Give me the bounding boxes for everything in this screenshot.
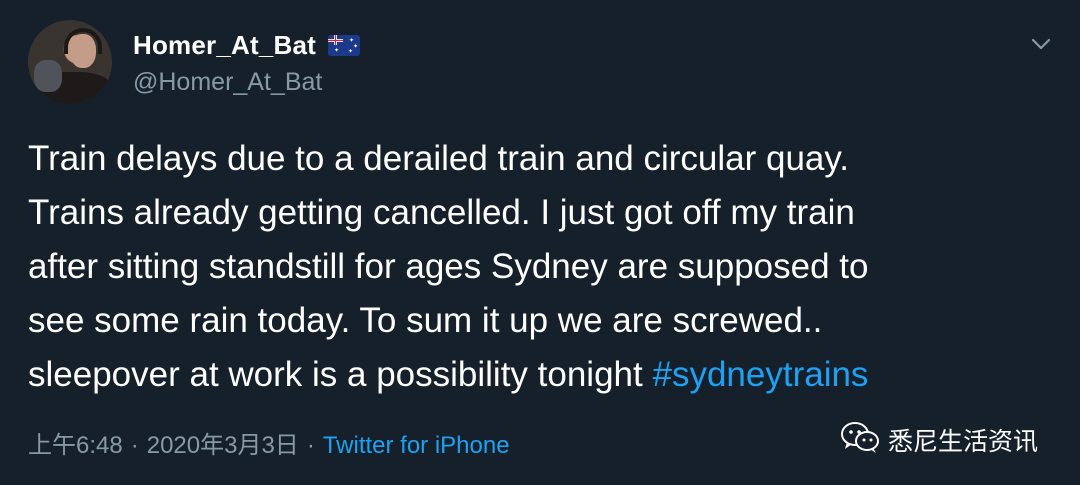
tweet-line: see some rain today. To sum it up we are… [28,301,823,340]
tweet-line: Trains already getting cancelled. I just… [28,193,855,232]
tweet-line: Train delays due to a derailed train and… [28,139,850,178]
tweet-text: Train delays due to a derailed train and… [28,132,1058,402]
tweet-line: sleepover at work is a possibility tonig… [28,348,1058,402]
wechat-icon [840,420,880,459]
tweet-time[interactable]: 上午6:48 [28,432,123,459]
tweet-meta: 上午6:48 · 2020年3月3日 · Twitter for iPhone [28,425,510,460]
avatar[interactable] [28,20,112,104]
hashtag-link[interactable]: #sydneytrains [652,355,868,394]
watermark-text: 悉尼生活资讯 [888,427,1039,456]
watermark: 悉尼生活资讯 [840,420,1038,459]
chevron-down-icon[interactable] [1030,36,1052,52]
australia-flag-icon: ✦ ✦ ✦ ✦ [328,35,360,56]
tweet-line-text: sleepover at work is a possibility tonig… [28,355,643,394]
user-handle[interactable]: @Homer_At_Bat [133,68,322,97]
tweet-date[interactable]: 2020年3月3日 [147,432,299,459]
meta-separator: · [306,432,315,459]
source-link[interactable]: Twitter for iPhone [323,432,510,459]
display-name[interactable]: Homer_At_Bat [133,30,316,61]
tweet-card: Homer_At_Bat ✦ ✦ ✦ ✦ @Homer_At_Bat Train… [0,0,1080,485]
tweet-line: after sitting standstill for ages Sydney… [28,247,869,286]
meta-separator: · [130,432,139,459]
